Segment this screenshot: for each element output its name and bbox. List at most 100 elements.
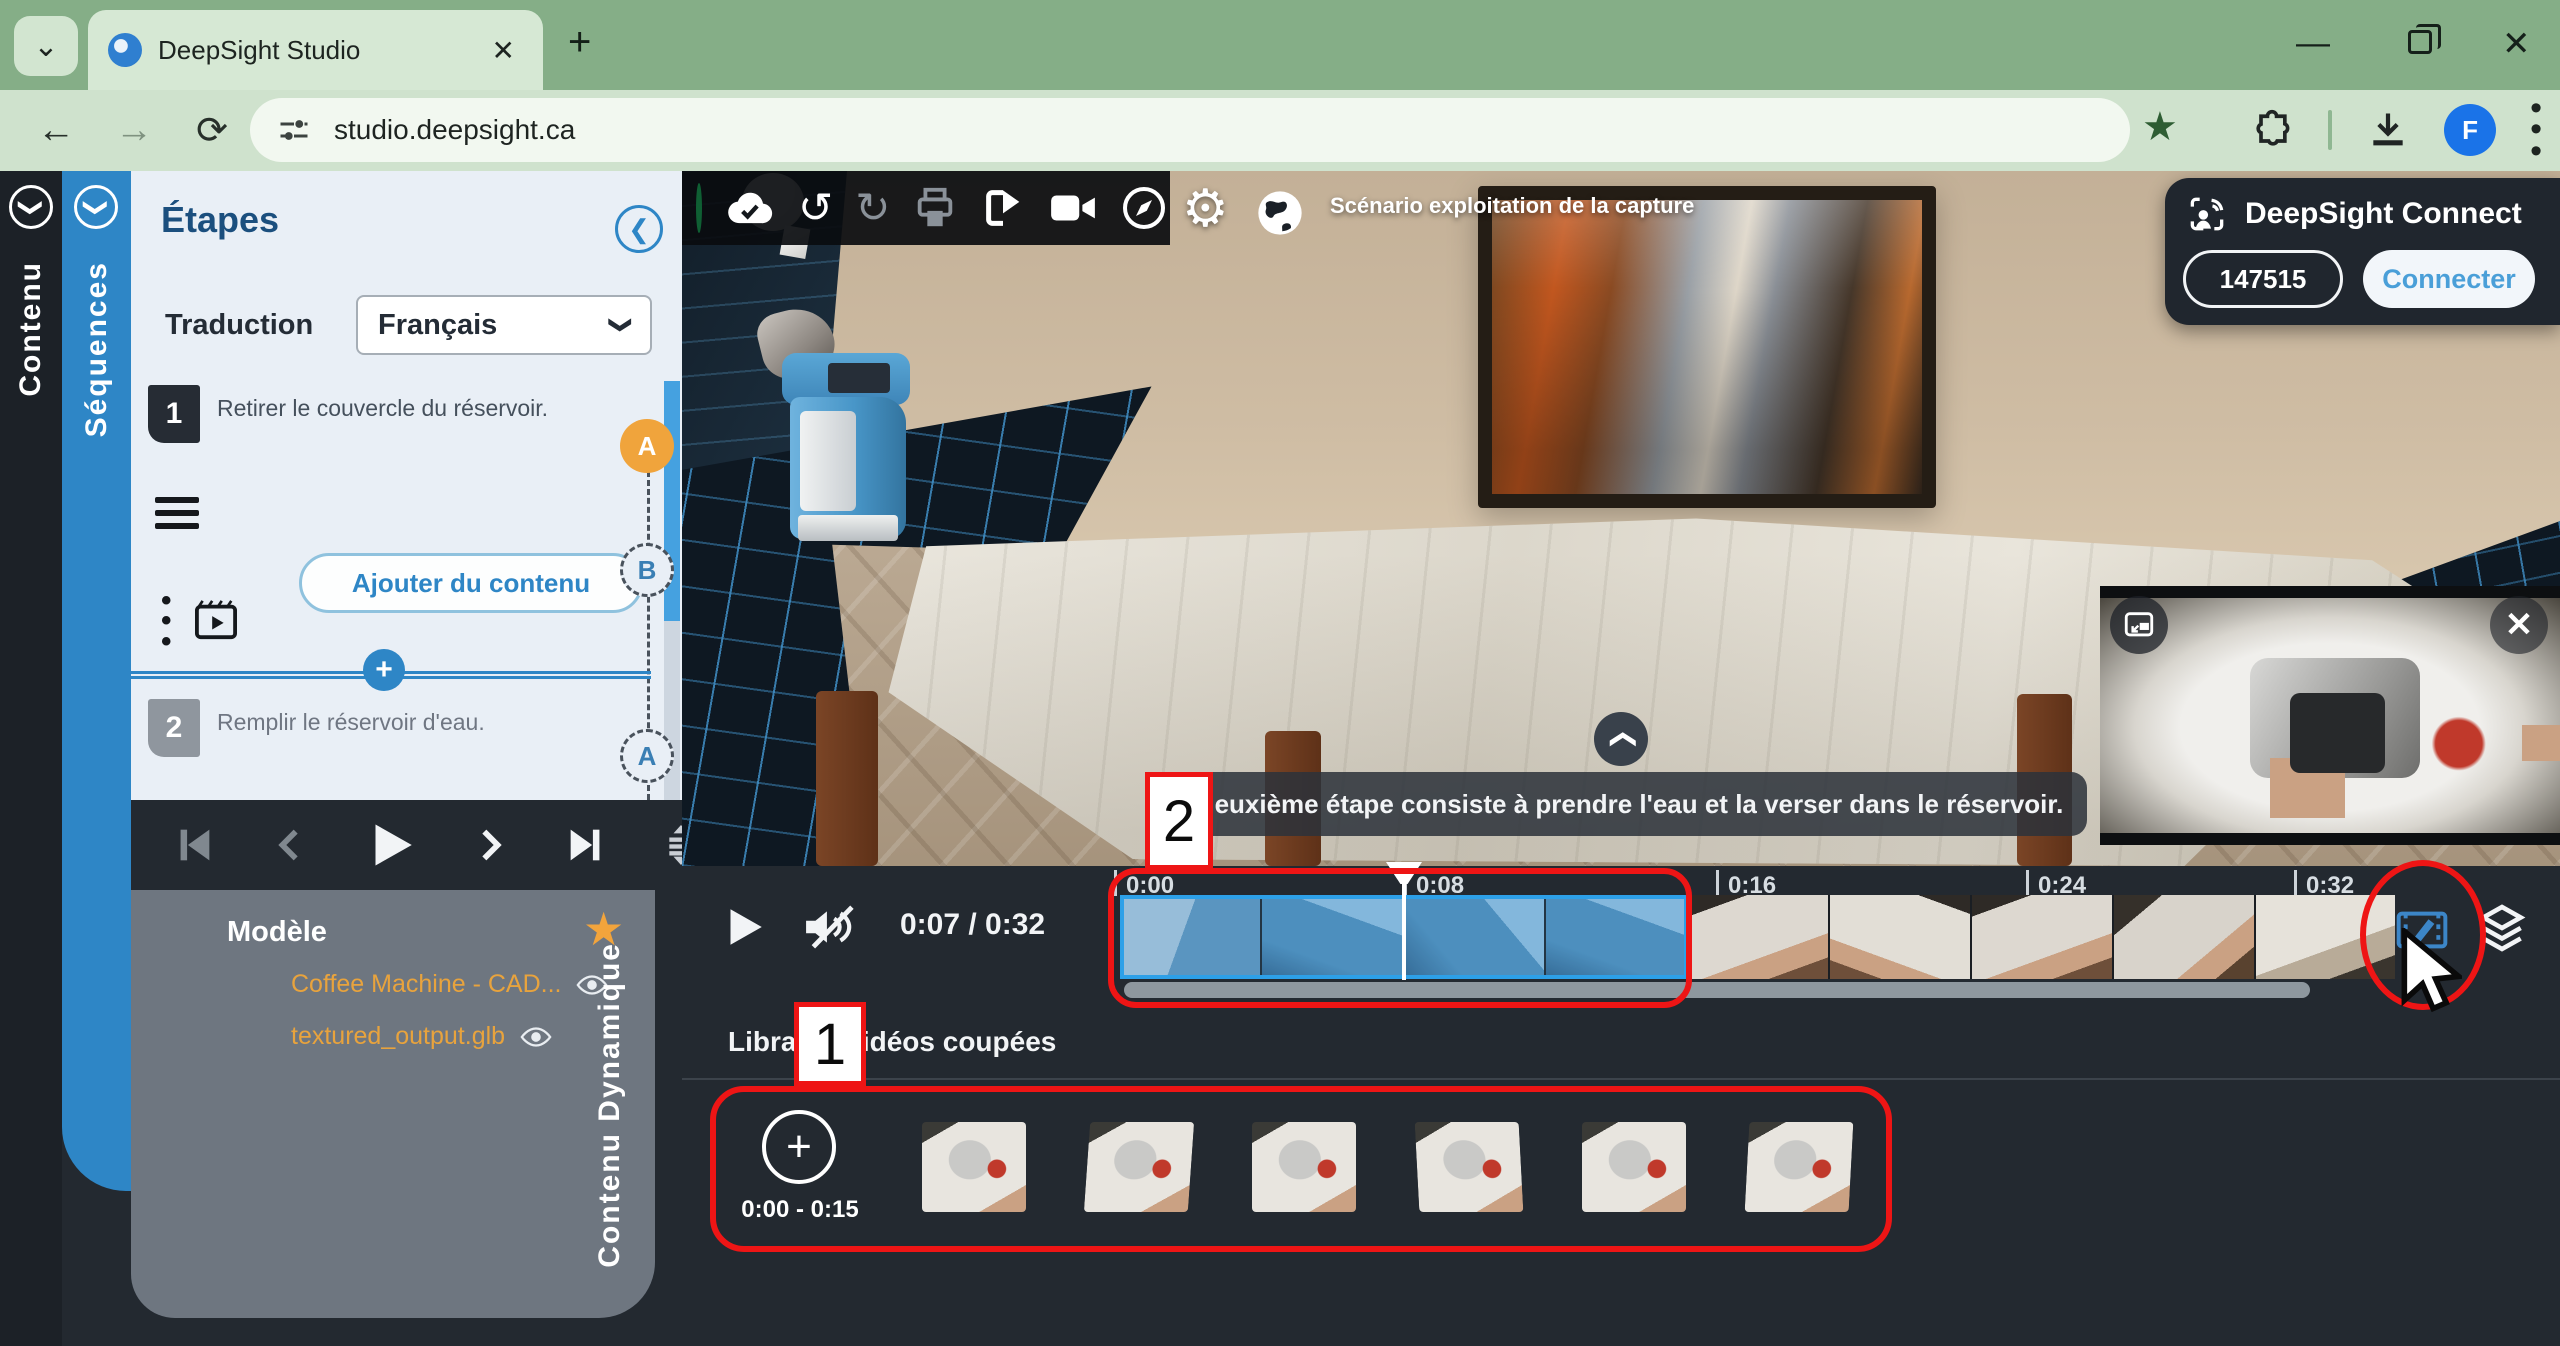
narration-caption: deuxième étape consiste à prendre l'eau … (1175, 772, 2087, 836)
cloud-save-icon[interactable] (724, 186, 776, 230)
step-1-marker-a[interactable]: A (620, 419, 674, 473)
step-1-text[interactable]: Retirer le couvercle du réservoir. (217, 395, 548, 422)
chevron-down-icon[interactable]: ❯ (74, 185, 118, 229)
export-icon[interactable] (980, 185, 1026, 231)
tab-search-button[interactable]: ⌄ (14, 16, 78, 76)
drag-handle-icon[interactable] (155, 497, 199, 536)
chevron-down-icon: ❯ (608, 316, 634, 334)
skip-start-icon[interactable] (171, 822, 217, 868)
video-camera-icon[interactable] (1048, 188, 1098, 228)
tick-mark (2026, 870, 2029, 896)
globe-icon[interactable] (1254, 187, 1306, 239)
profile-avatar[interactable]: F (2444, 104, 2496, 156)
skip-end-icon[interactable] (563, 822, 609, 868)
collapse-panel-button[interactable]: ❮ (615, 205, 663, 253)
back-button[interactable]: ← (34, 109, 78, 152)
viewport-toolbar: ↺ ↻ (682, 171, 1170, 245)
sequence-playback-bar (131, 800, 682, 890)
step-options-icon[interactable]: ••• (161, 591, 172, 652)
pip-resize-icon[interactable] (2110, 596, 2168, 654)
tab-contenu-dynamique-label: Contenu Dynamique (593, 942, 627, 1268)
undo-icon[interactable]: ↺ (798, 187, 833, 229)
viewport-3d[interactable]: ↺ ↻ ⚙ Scénario exploitation de la captur… (682, 171, 2560, 866)
tick-mark (1716, 870, 1719, 896)
clip-frame[interactable] (1972, 895, 2114, 979)
scenario-title: Scénario exploitation de la capture (1330, 193, 1694, 219)
annotation-rect-library (710, 1086, 1892, 1252)
annotation-box-1: 1 (794, 1002, 866, 1086)
model-panel: ★ Modèle Coffee Machine - CAD... texture… (131, 890, 655, 1318)
eye-icon[interactable] (519, 1025, 553, 1049)
add-content-button[interactable]: Ajouter du contenu (299, 553, 643, 613)
sidebar-tab-sequences-label: Séquences (80, 261, 114, 437)
next-icon[interactable] (471, 822, 511, 868)
model-item[interactable]: Coffee Machine - CAD... (291, 970, 609, 999)
step-1-badge[interactable]: 1 (148, 385, 200, 443)
clip-frame[interactable] (2114, 895, 2256, 979)
connect-person-icon (2185, 192, 2229, 236)
model-item[interactable]: textured_output.glb (291, 1022, 553, 1051)
sidebar-tab-contenu-label: Contenu (14, 261, 48, 397)
time-display: 0:07 / 0:32 (900, 908, 1045, 942)
download-icon[interactable] (2366, 108, 2410, 152)
site-settings-icon[interactable] (276, 112, 312, 148)
coffee-machine-screen (828, 363, 890, 393)
settings-gear-icon[interactable]: ⚙ (1182, 179, 1229, 239)
clip-library: Librairie vidéos coupées + 0:00 - 0:15 (682, 1000, 2560, 1346)
library-divider (682, 1078, 2560, 1080)
clip-frame[interactable] (1830, 895, 1972, 979)
new-tab-button[interactable]: + (568, 22, 591, 62)
play-sequence-icon[interactable] (361, 816, 419, 874)
sidebar-tab-contenu[interactable]: ❯ Contenu (0, 171, 62, 1346)
model-item-label: Coffee Machine - CAD... (291, 970, 561, 999)
step-2-badge[interactable]: 2 (148, 699, 200, 757)
mouse-cursor (2396, 928, 2462, 1020)
reload-button[interactable]: ⟳ (190, 108, 234, 153)
browser-menu-icon[interactable]: ••• (2530, 98, 2542, 161)
model-title: Modèle (227, 916, 327, 949)
browser-tab[interactable]: DeepSight Studio ✕ (88, 10, 543, 90)
window-close-button[interactable]: ✕ (2502, 24, 2531, 64)
scene-table-leg (816, 691, 878, 866)
library-title: Librairie vidéos coupées (728, 1026, 1056, 1058)
sidebar-tab-sequences[interactable]: ❯ Séquences (62, 171, 131, 1191)
connect-title: DeepSight Connect (2245, 197, 2522, 231)
insert-step-button[interactable]: + (363, 649, 405, 691)
url-bar[interactable]: studio.deepsight.ca (250, 98, 2130, 162)
pip-video-overlay[interactable]: ✕ (2100, 586, 2560, 845)
compass-icon[interactable] (1120, 184, 1168, 232)
home-sphere-icon[interactable] (696, 183, 702, 233)
tab-contenu-dynamique[interactable]: Contenu Dynamique (593, 930, 627, 1280)
app-root: ⌄ DeepSight Studio ✕ + — ✕ ← → ⟳ studio.… (0, 0, 2560, 1346)
etapes-panel: Étapes ❮ Traduction Français ❯ 1 Retirer… (131, 171, 682, 800)
play-video-icon[interactable] (718, 902, 768, 952)
session-code: 147515 (2183, 250, 2343, 308)
model-item-label: textured_output.glb (291, 1022, 505, 1051)
mute-speaker-icon[interactable] (798, 902, 860, 952)
print-icon[interactable] (912, 185, 958, 231)
extensions-icon[interactable] (2250, 108, 2294, 152)
video-content-icon[interactable] (193, 599, 239, 641)
window-restore-button[interactable] (2408, 30, 2432, 54)
previous-icon[interactable] (269, 822, 309, 868)
window-minimize-button[interactable]: — (2296, 24, 2330, 63)
forward-button[interactable]: → (112, 109, 156, 152)
connecter-button[interactable]: Connecter (2363, 250, 2535, 308)
bookmark-star-icon[interactable]: ★ (2142, 104, 2178, 150)
step-2-marker-a[interactable]: A (620, 729, 674, 783)
browser-titlebar: ⌄ DeepSight Studio ✕ + — ✕ (0, 0, 2560, 90)
step-1-marker-b[interactable]: B (620, 543, 674, 597)
tick-mark (2294, 870, 2297, 896)
tab-close-icon[interactable]: ✕ (484, 30, 523, 71)
pip-close-icon[interactable]: ✕ (2490, 596, 2548, 654)
expand-timeline-icon[interactable]: ❯ (1594, 712, 1648, 766)
chevron-down-icon[interactable]: ❯ (9, 185, 53, 229)
toolbar-separator (2328, 110, 2332, 150)
coffee-machine-front (800, 411, 856, 511)
language-value: Français (378, 309, 497, 342)
clip-frame[interactable] (1688, 895, 1830, 979)
step-2-text[interactable]: Remplir le réservoir d'eau. (217, 709, 485, 736)
tab-title: DeepSight Studio (158, 35, 468, 66)
language-select[interactable]: Français ❯ (356, 295, 652, 355)
redo-icon[interactable]: ↻ (855, 187, 890, 229)
